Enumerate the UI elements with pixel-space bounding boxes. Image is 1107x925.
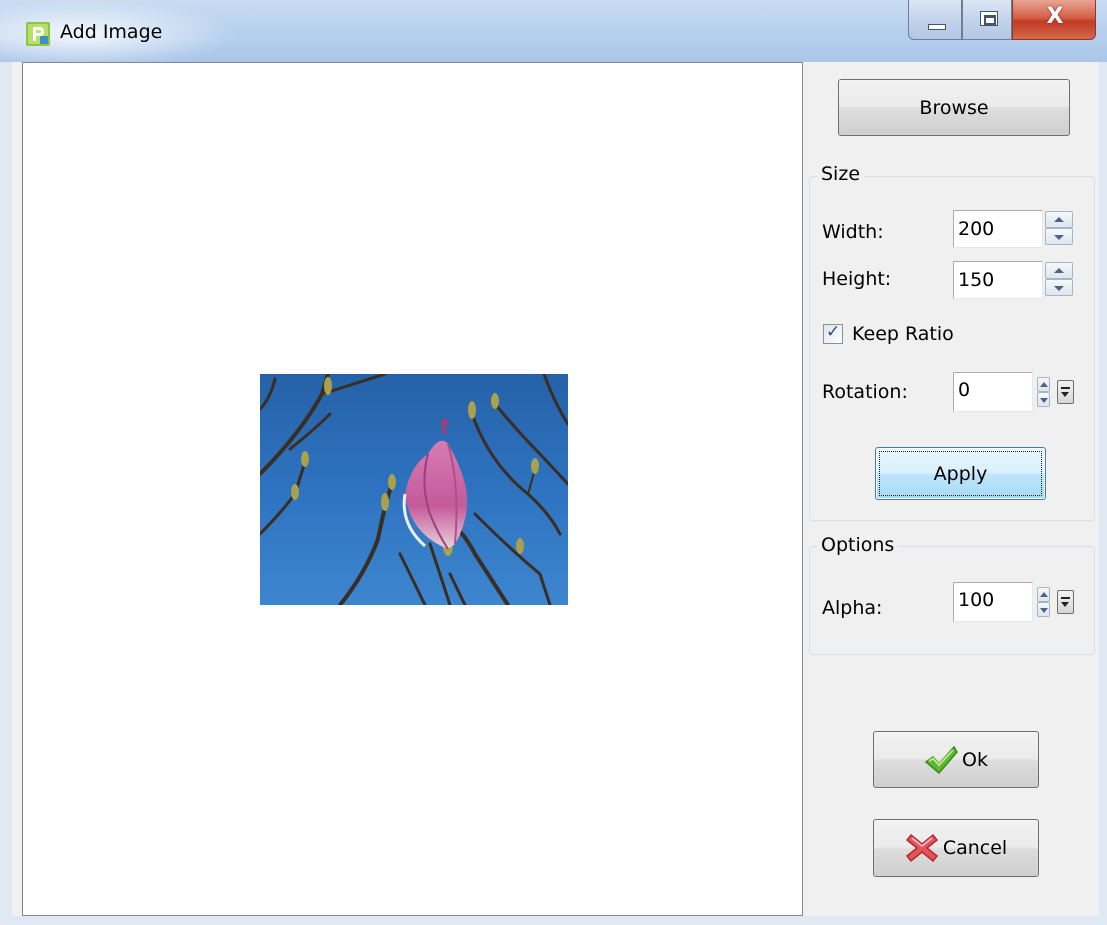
width-up-arrow-icon[interactable] <box>1045 211 1073 228</box>
cancel-button[interactable]: Cancel <box>873 819 1039 877</box>
maximize-icon <box>980 11 998 26</box>
cancel-label: Cancel <box>942 837 1008 859</box>
rotation-input[interactable]: 0 <box>953 372 1033 412</box>
maximize-button[interactable] <box>962 0 1012 40</box>
checkmark-icon <box>924 745 958 774</box>
alpha-up-arrow-icon[interactable] <box>1037 587 1050 602</box>
width-label: Width: <box>822 221 884 243</box>
keep-ratio-checkbox[interactable]: ✓ <box>823 322 843 344</box>
width-down-arrow-icon[interactable] <box>1045 228 1073 245</box>
close-button[interactable]: X <box>1012 0 1096 40</box>
rotation-label: Rotation: <box>822 381 908 403</box>
close-icon: X <box>1046 4 1064 29</box>
ok-button[interactable]: Ok <box>873 731 1039 788</box>
options-group-title: Options <box>817 534 899 556</box>
alpha-dropdown-icon[interactable] <box>1057 590 1074 614</box>
size-group-title: Size <box>817 163 865 185</box>
cancel-x-icon <box>905 833 938 863</box>
height-label: Height: <box>822 268 892 290</box>
app-icon <box>26 22 50 46</box>
checkmark-icon: ✓ <box>826 322 841 342</box>
alpha-label: Alpha: <box>822 597 883 619</box>
rotation-spinner[interactable] <box>1037 377 1050 407</box>
focus-rectangle <box>879 451 1042 496</box>
width-input[interactable]: 200 <box>953 210 1043 248</box>
rotation-down-arrow-icon[interactable] <box>1037 392 1050 407</box>
ok-label: Ok <box>962 748 988 771</box>
image-preview-pane[interactable] <box>22 62 803 916</box>
height-spinner[interactable] <box>1045 262 1073 296</box>
minimize-icon <box>928 24 946 30</box>
width-spinner[interactable] <box>1045 211 1073 245</box>
alpha-input[interactable]: 100 <box>953 582 1033 622</box>
height-input[interactable]: 150 <box>953 261 1043 299</box>
height-down-arrow-icon[interactable] <box>1045 279 1073 296</box>
alpha-spinner[interactable] <box>1037 587 1050 617</box>
alpha-down-arrow-icon[interactable] <box>1037 602 1050 617</box>
keep-ratio-label[interactable]: Keep Ratio <box>852 323 954 345</box>
window-title: Add Image <box>60 21 163 43</box>
preview-image <box>260 374 568 605</box>
title-bar[interactable]: Add Image X <box>0 0 1107 62</box>
browse-button[interactable]: Browse <box>838 79 1070 136</box>
rotation-up-arrow-icon[interactable] <box>1037 377 1050 392</box>
height-up-arrow-icon[interactable] <box>1045 262 1073 279</box>
rotation-dropdown-icon[interactable] <box>1057 380 1074 404</box>
minimize-button[interactable] <box>908 0 962 40</box>
apply-button[interactable]: Apply <box>875 447 1046 500</box>
